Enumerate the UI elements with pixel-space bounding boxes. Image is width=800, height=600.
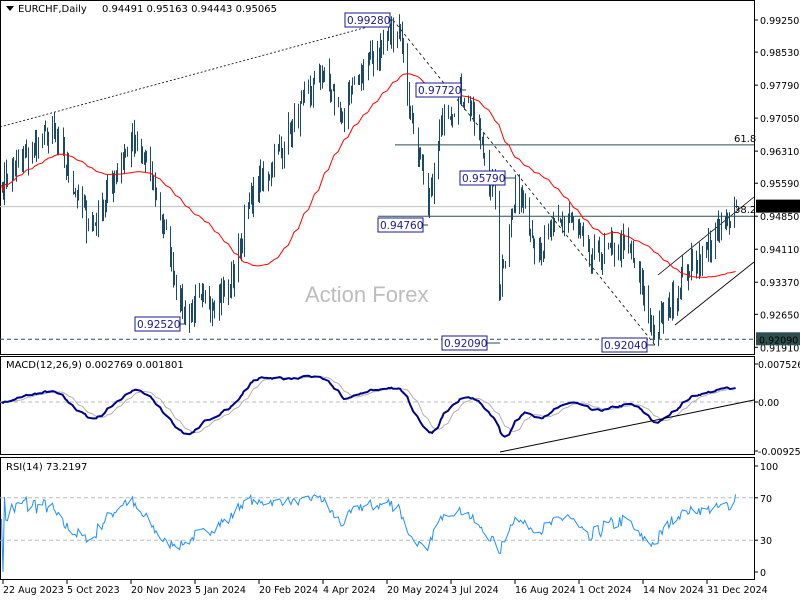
pivot-label: 0.97720: [418, 85, 461, 97]
price-tick-label: 0.94850: [760, 212, 799, 223]
time-tick-label: 1 Oct 2024: [579, 585, 632, 596]
rsi-tick-label: 30: [760, 536, 772, 547]
time-tick-label: 20 May 2024: [387, 585, 449, 596]
pivot-label: 0.94760: [380, 220, 423, 232]
price-tick-label: 0.94110: [760, 245, 799, 256]
price-tick-label: 0.92650: [760, 310, 799, 321]
time-tick-label: 16 Aug 2024: [515, 585, 576, 596]
support-price-label: 0.92090: [759, 335, 798, 346]
rsi-title: RSI(14) 73.2197: [6, 462, 87, 473]
time-tick-label: 5 Jan 2024: [195, 585, 246, 596]
macd-title: MACD(12,26,9) 0.002769 0.001801: [6, 360, 184, 371]
price-tick-label: 0.93370: [760, 278, 799, 289]
price-tick-label: 0.98530: [760, 48, 799, 59]
fib-level-label: 61.8: [734, 134, 756, 145]
symbol-label: EURCHF,Daily: [18, 4, 87, 15]
time-tick-label: 4 Apr 2024: [323, 585, 376, 596]
current-price-label: 0.95065: [759, 203, 798, 214]
watermark: Action Forex: [305, 282, 429, 307]
rsi-panel[interactable]: 100 70 30 0 RSI(14) 73.2197: [0, 457, 778, 580]
macd-panel[interactable]: 0.007526 0.00 -0.009252 MACD(12,26,9) 0.00…: [0, 356, 800, 459]
time-tick-label: 20 Nov 2023: [131, 585, 192, 596]
time-tick-label: 20 Feb 2024: [259, 585, 318, 596]
chart-window[interactable]: Action Forex 61.8 38.2 0.99280 0.97720 0.95…: [0, 0, 800, 600]
rsi-tick-label: 100: [760, 462, 778, 473]
time-tick-label: 3 Jul 2024: [451, 585, 499, 596]
time-tick-label: 5 Oct 2023: [67, 585, 120, 596]
rsi-tick-label: 70: [760, 494, 772, 505]
price-panel[interactable]: Action Forex 61.8 38.2 0.99280 0.97720 0.95…: [0, 0, 756, 355]
price-axis: 0.99250 0.98530 0.97790 0.97050 0.96310 0.955…: [754, 16, 800, 354]
time-axis: 22 Aug 2023 5 Oct 2023 20 Nov 2023 5 Jan 20…: [2, 580, 768, 596]
time-tick-label: 22 Aug 2023: [3, 585, 64, 596]
pivot-label: 0.99280: [347, 15, 390, 27]
fib-level-label: 38.2: [734, 205, 756, 216]
pivot-label: 0.92520: [137, 319, 180, 331]
price-tick-label: 0.99250: [760, 16, 799, 27]
rsi-tick-label: 0: [760, 568, 766, 579]
pivot-label: 0.92090: [444, 338, 487, 350]
price-tick-label: 0.97790: [760, 81, 799, 92]
price-tick-label: 0.96310: [760, 147, 799, 158]
pivot-label: 0.95790: [462, 173, 505, 185]
pivot-label: 0.92040: [604, 340, 647, 352]
price-tick-label: 0.95590: [760, 179, 799, 190]
price-tick-label: 0.97050: [760, 114, 799, 125]
rsi-panel-frame: [0, 457, 755, 580]
macd-tick-label: 0.007526: [758, 360, 800, 371]
ohlc-readout: 0.94491 0.95163 0.94443 0.95065: [102, 4, 277, 15]
time-tick-label: 14 Nov 2024: [643, 585, 704, 596]
macd-tick-label: -0.009252: [758, 447, 800, 458]
macd-tick-label: 0.00: [758, 398, 779, 409]
time-tick-label: 31 Dec 2024: [707, 585, 768, 596]
